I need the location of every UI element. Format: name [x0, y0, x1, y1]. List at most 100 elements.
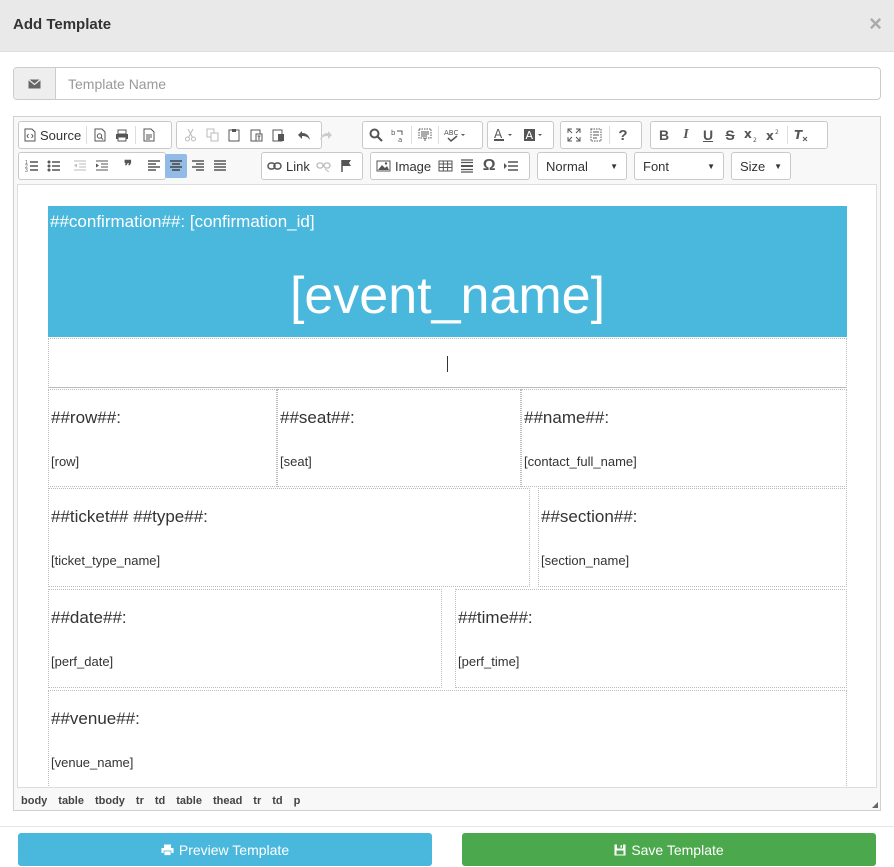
find-button[interactable] [365, 123, 387, 147]
cell-heading: ##time##: [458, 608, 533, 627]
horizontal-line-icon [461, 159, 474, 173]
event-name-text[interactable]: [event_name] [48, 266, 847, 326]
cell-value: [row] [51, 454, 80, 469]
unlink-button[interactable] [313, 154, 335, 178]
path-item[interactable]: thead [213, 795, 242, 807]
save-template-button[interactable]: Save Template [462, 833, 876, 866]
template-name-input[interactable] [56, 68, 880, 99]
source-button[interactable]: Source [21, 123, 84, 147]
table-cell[interactable]: ##section##: [section_name] [538, 488, 847, 587]
remove-format-icon: T [794, 128, 808, 142]
size-dropdown-value: Size [740, 158, 766, 174]
paste-button[interactable] [223, 123, 245, 147]
confirmation-text[interactable]: ##confirmation##: [confirmation_id] [50, 212, 315, 232]
templates-button[interactable] [138, 123, 160, 147]
path-item[interactable]: body [21, 795, 47, 807]
align-center-button[interactable] [165, 154, 187, 178]
replace-button[interactable]: ba [387, 123, 409, 147]
format-dropdown[interactable]: Normal ▼ [537, 152, 627, 180]
preview-template-button[interactable]: Preview Template [18, 833, 432, 866]
close-icon[interactable]: × [869, 13, 882, 35]
bold-button[interactable]: B [653, 123, 675, 147]
link-icon [267, 162, 282, 170]
table-cell[interactable]: ##row##: [row] [48, 389, 277, 487]
blockquote-button[interactable]: ❞ [117, 154, 139, 178]
italic-button[interactable]: I [675, 123, 697, 147]
text-cursor [447, 356, 448, 372]
horizontal-line-button[interactable] [456, 154, 478, 178]
path-item[interactable]: table [58, 795, 84, 807]
special-char-button[interactable]: Ω [478, 154, 500, 178]
path-item[interactable]: p [294, 795, 301, 807]
subscript-button[interactable]: x2 [741, 123, 763, 147]
toolbar-separator [609, 126, 610, 144]
undo-button[interactable] [293, 123, 315, 147]
path-item[interactable]: td [272, 795, 282, 807]
copy-icon [206, 128, 218, 142]
bg-color-button[interactable]: A [520, 123, 550, 147]
toolbar-separator [411, 126, 412, 144]
maximize-button[interactable] [563, 123, 585, 147]
svg-text:2: 2 [775, 129, 779, 136]
select-all-button[interactable] [414, 123, 436, 147]
print-button[interactable] [111, 123, 133, 147]
align-left-button[interactable] [143, 154, 165, 178]
numbered-list-icon: 123 [25, 160, 38, 173]
table-cell[interactable]: ##seat##: [seat] [277, 389, 521, 487]
cut-button[interactable] [179, 123, 201, 147]
modal-header: Add Template × [0, 0, 894, 52]
path-item[interactable]: tbody [95, 795, 125, 807]
table-cell[interactable]: ##ticket## ##type##: [ticket_type_name] [48, 488, 530, 587]
align-right-icon [192, 160, 204, 171]
font-dropdown[interactable]: Font ▼ [634, 152, 724, 180]
strikethrough-button[interactable]: S [719, 123, 741, 147]
font-dropdown-value: Font [643, 158, 670, 174]
modal-footer: Preview Template Save Template [0, 826, 894, 867]
paste-text-button[interactable] [245, 123, 267, 147]
text-color-button[interactable]: A [490, 123, 520, 147]
editor-content-area[interactable]: ##confirmation##: [confirmation_id] [eve… [17, 184, 877, 788]
table-cell[interactable]: ##time##: [perf_time] [455, 589, 847, 688]
remove-format-button[interactable]: T [790, 123, 812, 147]
path-item[interactable]: tr [136, 795, 144, 807]
superscript-icon: x2 [766, 129, 779, 142]
bold-icon: B [658, 127, 670, 143]
paste-word-button[interactable] [267, 123, 289, 147]
resize-handle[interactable] [872, 802, 878, 808]
help-button[interactable]: ? [612, 123, 634, 147]
numbered-list-button[interactable]: 123 [21, 154, 43, 178]
table-cell[interactable]: ##name##: [contact_full_name] [521, 389, 847, 487]
element-path-bar: body table tbody tr td table thead tr td… [14, 791, 880, 811]
justify-button[interactable] [209, 154, 231, 178]
size-dropdown[interactable]: Size ▼ [731, 152, 791, 180]
preview-doc-button[interactable] [89, 123, 111, 147]
path-item[interactable]: table [176, 795, 202, 807]
underline-button[interactable]: U [697, 123, 719, 147]
svg-text:x: x [766, 129, 774, 142]
copy-button[interactable] [201, 123, 223, 147]
subscript-icon: x2 [744, 128, 757, 142]
redo-button[interactable] [315, 123, 337, 147]
empty-paragraph[interactable] [48, 338, 847, 388]
superscript-button[interactable]: x2 [763, 123, 785, 147]
image-button[interactable]: Image [373, 154, 434, 178]
page-break-button[interactable] [500, 154, 522, 178]
toolbar-group-paragraph: 123 ❞ [18, 152, 226, 180]
spellcheck-button[interactable]: ABC [441, 123, 469, 147]
cell-heading: ##venue##: [51, 709, 140, 728]
anchor-button[interactable] [335, 154, 357, 178]
table-button[interactable] [434, 154, 456, 178]
table-cell[interactable]: ##venue##: [venue_name] [48, 690, 847, 787]
indent-button[interactable] [91, 154, 113, 178]
path-item[interactable]: td [155, 795, 165, 807]
align-right-button[interactable] [187, 154, 209, 178]
link-button[interactable]: Link [264, 154, 313, 178]
show-blocks-button[interactable] [585, 123, 607, 147]
bulleted-list-button[interactable] [43, 154, 65, 178]
path-item[interactable]: tr [253, 795, 261, 807]
table-cell[interactable]: ##date##: [perf_date] [48, 589, 442, 688]
outdent-button[interactable] [69, 154, 91, 178]
header-banner[interactable]: ##confirmation##: [confirmation_id] [eve… [48, 206, 847, 337]
print-icon [116, 129, 129, 141]
svg-text:a: a [398, 136, 402, 143]
